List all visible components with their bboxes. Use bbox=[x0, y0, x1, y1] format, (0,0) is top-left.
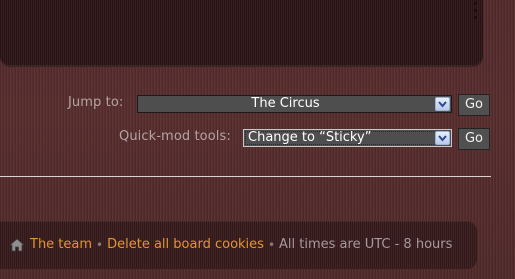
jump-to-row: Jump to: bbox=[68, 95, 123, 110]
bullet-separator: • bbox=[267, 237, 276, 252]
quickmod-label: Quick-mod tools: bbox=[119, 129, 231, 144]
quickmod-go-button[interactable]: Go bbox=[458, 128, 490, 150]
jump-to-selected-value: The Circus bbox=[251, 96, 320, 111]
delete-cookies-link[interactable]: Delete all board cookies bbox=[107, 237, 264, 252]
bullet-separator: • bbox=[96, 237, 104, 252]
home-icon bbox=[8, 237, 26, 252]
post-panel-bottom bbox=[0, 0, 483, 66]
chevron-down-icon[interactable] bbox=[435, 97, 450, 111]
section-divider bbox=[0, 176, 491, 177]
panel-resize-grip[interactable] bbox=[473, 2, 479, 22]
quickmod-row: Quick-mod tools: bbox=[119, 129, 231, 144]
timezone-text: All times are UTC - 8 hours bbox=[279, 237, 453, 252]
jump-to-label: Jump to: bbox=[68, 95, 124, 110]
chevron-down-icon[interactable] bbox=[435, 131, 450, 145]
jump-to-select[interactable]: The Circus bbox=[137, 95, 452, 113]
footer-nav: The team • Delete all board cookies • Al… bbox=[8, 237, 453, 252]
quickmod-selected-value: Change to “Sticky” bbox=[248, 130, 372, 145]
quickmod-select[interactable]: Change to “Sticky” bbox=[243, 129, 452, 147]
the-team-link[interactable]: The team bbox=[30, 237, 92, 252]
jump-go-button[interactable]: Go bbox=[458, 94, 490, 116]
